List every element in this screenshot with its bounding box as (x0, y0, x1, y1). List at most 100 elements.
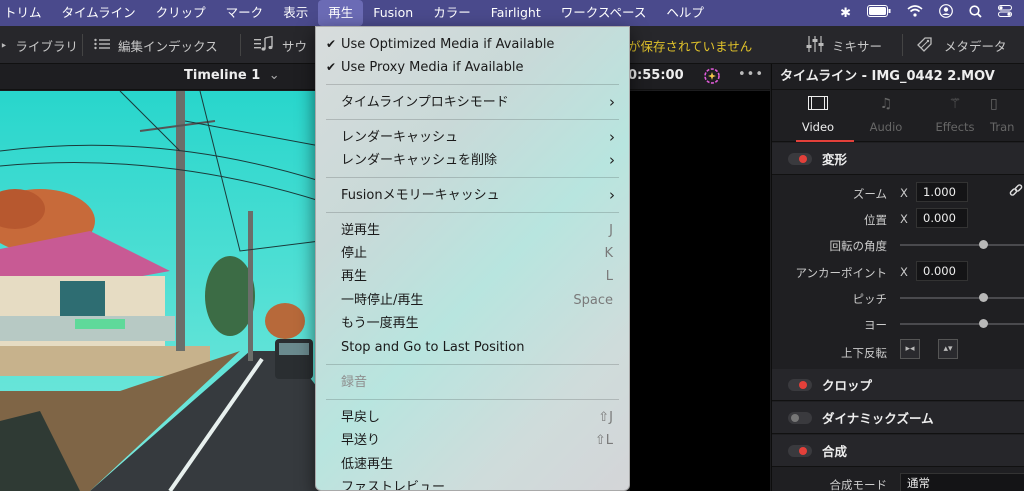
viewer-timecode[interactable]: 0:55:00 (628, 68, 684, 83)
menu-item-fast-forward[interactable]: 早送り ⇧L (316, 429, 629, 452)
menu-item-stop[interactable]: 停止 K (316, 242, 629, 265)
video-viewer[interactable] (0, 91, 320, 491)
tab-video[interactable]: Video (788, 90, 854, 142)
menu-item-render-cache[interactable]: レンダーキャッシュ › (316, 126, 629, 149)
menu-item-label: ファストレビュー (341, 480, 446, 491)
anchor-row: アンカーポイント X 0.000 (772, 259, 1024, 285)
tab-audio[interactable]: ♫ Audio (856, 90, 916, 142)
transform-header[interactable]: 変形 (772, 143, 1024, 175)
chevron-down-icon: ⌄ (268, 68, 280, 83)
bluetooth-icon[interactable]: ✱ (840, 6, 851, 21)
menu-item-rewind[interactable]: 早戻し ⇧J (316, 406, 629, 429)
control-center-icon[interactable] (998, 5, 1012, 21)
menu-separator (326, 364, 619, 365)
sound-library-button[interactable]: サウ (254, 26, 307, 64)
sound-library-label: サウ (282, 38, 308, 54)
toolbar-divider (240, 34, 241, 56)
pitch-slider[interactable] (900, 297, 1024, 299)
rotation-slider-handle[interactable] (979, 240, 988, 249)
transform-enable-toggle[interactable] (788, 152, 812, 165)
menu-item-delete-render-cache[interactable]: レンダーキャッシュを削除 › (316, 149, 629, 172)
pitch-slider-handle[interactable] (979, 293, 988, 302)
rotation-slider[interactable] (900, 244, 1024, 246)
effects-overlay-icon[interactable] (703, 67, 721, 89)
menu-item-timeline-proxy[interactable]: タイムラインプロキシモード › (316, 91, 629, 114)
media-library-button[interactable]: ‣ ライブラリ (0, 26, 78, 64)
tab-effects[interactable]: ⚚ Effects (925, 90, 985, 142)
position-label: 位置 (864, 213, 887, 227)
metadata-button[interactable]: メタデータ (916, 26, 1007, 64)
crop-enable-toggle[interactable] (788, 378, 812, 391)
menu-item-fusion-memory-cache[interactable]: Fusionメモリーキャッシュ › (316, 184, 629, 207)
mixer-label: ミキサー (832, 38, 883, 54)
menu-shortcut: ⇧J (598, 410, 613, 425)
menu-item-label: 一時停止/再生 (341, 293, 424, 308)
metadata-tag-icon (916, 36, 936, 55)
tab-audio-label: Audio (869, 120, 903, 134)
menu-view[interactable]: 表示 (273, 0, 318, 26)
anchor-x-field[interactable]: 0.000 (916, 261, 968, 281)
composite-header[interactable]: 合成 (772, 435, 1024, 467)
crop-title: クロップ (822, 378, 873, 393)
anchor-axis-label: X (900, 265, 908, 279)
menu-timeline[interactable]: タイムライン (52, 0, 146, 26)
menu-item-pause[interactable]: 一時停止/再生 Space (316, 289, 629, 312)
menu-item-stop-and-go[interactable]: Stop and Go to Last Position (316, 336, 629, 359)
wifi-icon[interactable] (907, 5, 923, 21)
menu-item-label: Use Proxy Media if Available (341, 60, 524, 75)
menu-item-fast-review[interactable]: ファストレビュー (316, 476, 629, 491)
composite-mode-select[interactable]: 通常 (900, 473, 1024, 491)
tab-effects-label: Effects (935, 120, 975, 134)
zoom-x-field[interactable]: 1.000 (916, 182, 968, 202)
menu-fairlight[interactable]: Fairlight (481, 0, 551, 26)
menu-color[interactable]: カラー (423, 0, 481, 26)
menu-item-slow-play[interactable]: 低速再生 (316, 453, 629, 476)
timeline-name-dropdown[interactable]: Timeline 1 ⌄ (184, 68, 280, 83)
menu-clip[interactable]: クリップ (146, 0, 216, 26)
menu-mark[interactable]: マーク (216, 0, 274, 26)
yaw-slider-handle[interactable] (979, 319, 988, 328)
position-x-field[interactable]: 0.000 (916, 208, 968, 228)
spotlight-search-icon[interactable] (969, 4, 982, 22)
tab-video-label: Video (801, 120, 835, 134)
flip-label: 上下反転 (841, 346, 887, 360)
edit-index-button[interactable]: 編集インデックス (94, 26, 218, 64)
timeline-name: Timeline 1 (184, 68, 261, 83)
mixer-sliders-icon (806, 35, 824, 56)
link-icon[interactable] (1009, 184, 1023, 202)
menu-item-label: 早戻し (341, 410, 381, 425)
menu-item-label: Stop and Go to Last Position (341, 340, 525, 355)
menu-item-reverse[interactable]: 逆再生 J (316, 219, 629, 242)
user-account-icon[interactable] (939, 4, 953, 22)
menu-item-proxy-media[interactable]: ✔ Use Proxy Media if Available (316, 56, 629, 79)
tab-transition[interactable]: ▯ Tran (990, 90, 1024, 142)
yaw-slider[interactable] (900, 323, 1024, 325)
menu-fusion[interactable]: Fusion (363, 0, 423, 26)
menu-item-play[interactable]: 再生 L (316, 265, 629, 288)
position-axis-label: X (900, 212, 908, 226)
list-icon (94, 38, 110, 53)
crop-header[interactable]: クロップ (772, 369, 1024, 401)
menu-trim[interactable]: トリム (0, 0, 52, 26)
menu-item-record: 録音 (316, 371, 629, 394)
menu-item-optimized-media[interactable]: ✔ Use Optimized Media if Available (316, 33, 629, 56)
menu-shortcut: ⇧L (594, 433, 613, 448)
position-row: 位置 X 0.000 (772, 206, 1024, 232)
flip-vertical-icon[interactable]: ▴▾ (938, 339, 958, 359)
dynamic-zoom-section: ダイナミックズーム (772, 402, 1024, 434)
menu-separator (326, 399, 619, 400)
submenu-arrow-icon: › (609, 186, 615, 204)
flip-horizontal-icon[interactable]: ▸◂ (900, 339, 920, 359)
dynamic-zoom-enable-toggle[interactable] (788, 411, 812, 424)
menu-playback[interactable]: 再生 (318, 0, 364, 26)
zoom-row: ズーム X 1.000 (772, 180, 1024, 206)
menu-help[interactable]: ヘルプ (656, 0, 714, 26)
more-options-icon[interactable]: ••• (738, 67, 764, 82)
menu-shortcut: L (605, 269, 613, 284)
battery-icon[interactable] (867, 5, 891, 21)
menu-item-play-again[interactable]: もう一度再生 (316, 312, 629, 335)
composite-enable-toggle[interactable] (788, 444, 812, 457)
dynamic-zoom-header[interactable]: ダイナミックズーム (772, 402, 1024, 434)
menu-workspace[interactable]: ワークスペース (551, 0, 657, 26)
mixer-button[interactable]: ミキサー (806, 26, 882, 64)
